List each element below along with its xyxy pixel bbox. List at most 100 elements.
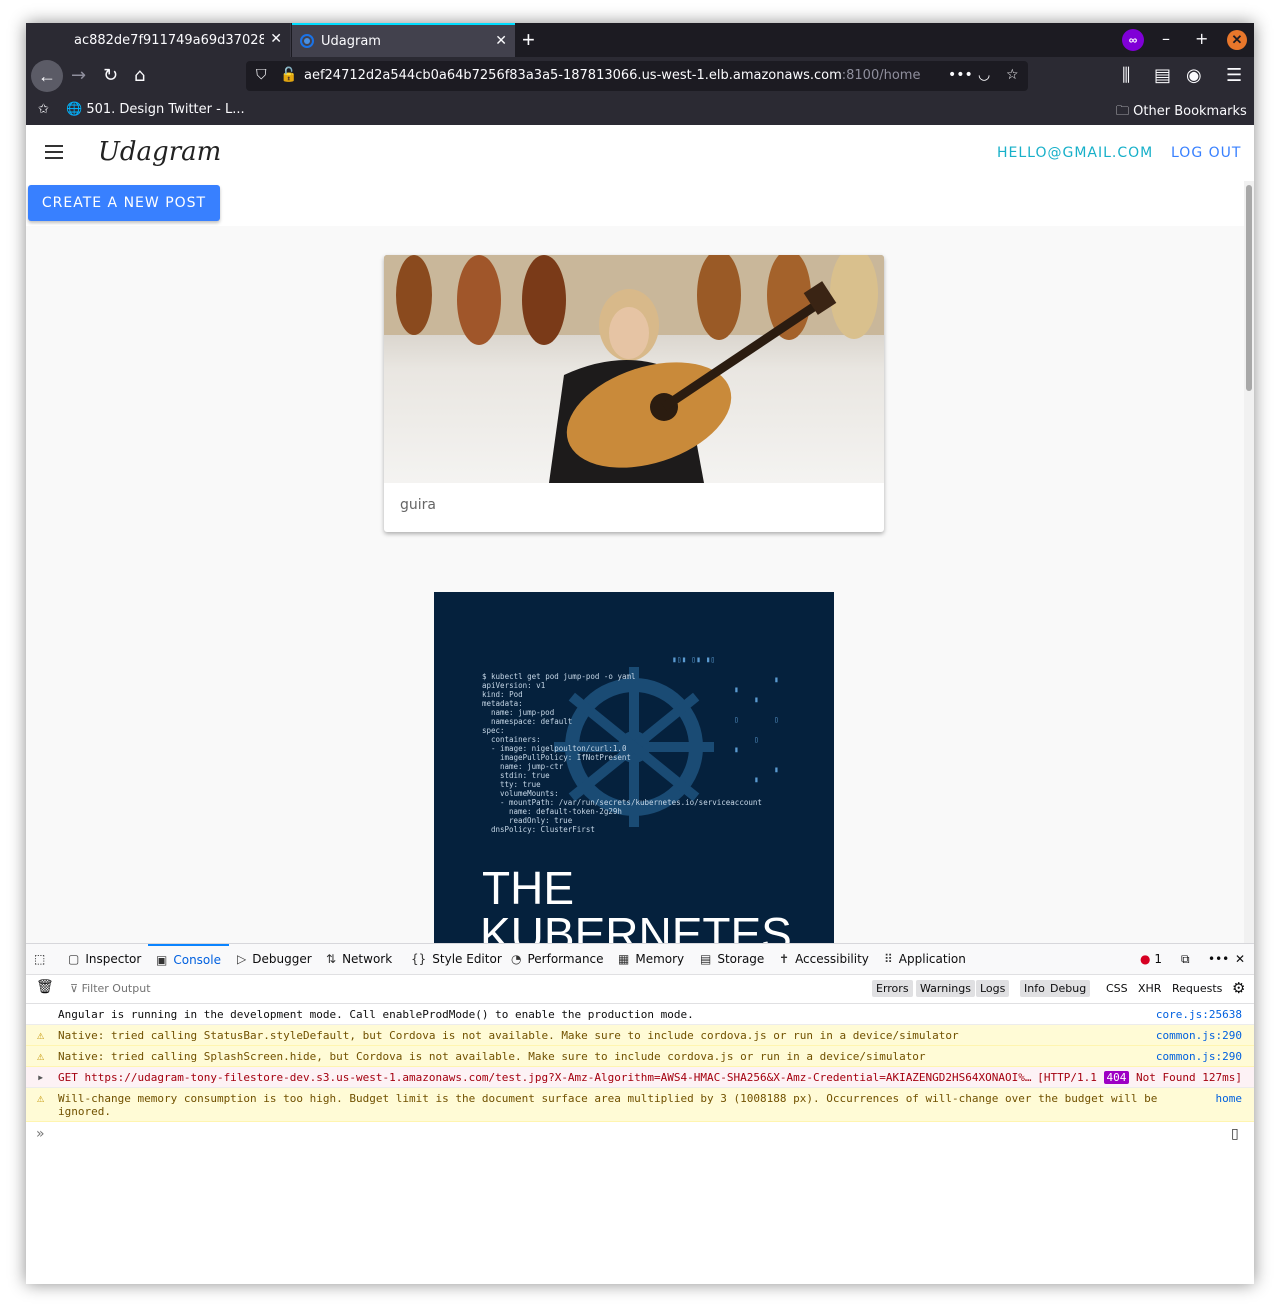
element-picker-icon[interactable]: ⬚ bbox=[34, 944, 45, 974]
tab-inspector[interactable]: ▢ Inspector bbox=[68, 944, 141, 974]
tab-udagram[interactable]: Udagram ✕ bbox=[292, 23, 515, 57]
split-console-icon[interactable]: ▯ bbox=[1231, 1126, 1239, 1142]
menu-icon[interactable] bbox=[45, 145, 63, 163]
message-text: Angular is running in the development mo… bbox=[58, 1008, 694, 1021]
account-icon[interactable]: ◉ bbox=[1186, 65, 1202, 86]
tab-console[interactable]: ▣ Console bbox=[148, 944, 229, 976]
tab-memory[interactable]: ▦ Memory bbox=[618, 944, 684, 974]
poster-code-line: namespace: default bbox=[491, 717, 572, 726]
close-icon[interactable]: ✕ bbox=[495, 33, 507, 49]
status-badge: 404 bbox=[1103, 1071, 1130, 1084]
svg-text:▮: ▮ bbox=[754, 775, 759, 784]
minimize-icon[interactable]: – bbox=[1162, 29, 1170, 48]
settings-gear-icon[interactable]: ⚙ bbox=[1232, 979, 1245, 997]
expand-arrow-icon[interactable]: ▸ bbox=[37, 1070, 44, 1084]
poster-code-line: name: default-token-2g29h bbox=[509, 807, 622, 816]
close-icon[interactable]: ✕ bbox=[270, 31, 282, 47]
bookmarks-star-icon[interactable]: ✩ bbox=[38, 102, 49, 117]
app-header: Udagram HELLO@GMAIL.COM LOG OUT bbox=[26, 125, 1254, 181]
console-error[interactable]: ▸ GET https://udagram-tony-filestore-dev… bbox=[26, 1067, 1254, 1088]
other-bookmarks-label: Other Bookmarks bbox=[1133, 104, 1247, 119]
message-source-link[interactable]: common.js:290 bbox=[1156, 1050, 1242, 1063]
poster-code-line: containers: bbox=[491, 735, 541, 744]
poster-code-line: readOnly: true bbox=[509, 816, 573, 825]
close-devtools-icon[interactable]: ✕ bbox=[1235, 944, 1245, 974]
back-arrow-icon[interactable]: ← bbox=[31, 60, 63, 92]
logout-button[interactable]: LOG OUT bbox=[1171, 145, 1241, 161]
filter-css[interactable]: CSS bbox=[1106, 982, 1128, 995]
message-text: Native: tried calling SplashScreen.hide,… bbox=[58, 1050, 926, 1063]
poster-code-line: spec: bbox=[482, 726, 505, 735]
tab-style-editor[interactable]: {} Style Editor bbox=[411, 944, 502, 974]
error-count: 1 bbox=[1154, 952, 1162, 966]
tab-strip: ac882de7f911749a69d370284d49 ✕ Udagram ✕… bbox=[26, 23, 1254, 57]
console-message: Angular is running in the development mo… bbox=[26, 1004, 1254, 1025]
page-scrollbar[interactable] bbox=[1244, 181, 1254, 943]
sidebar-icon[interactable]: ▤ bbox=[1154, 65, 1171, 86]
forward-arrow-icon[interactable]: → bbox=[71, 65, 86, 86]
console-icon: ▣ bbox=[156, 953, 168, 967]
message-source-link[interactable]: home bbox=[1216, 1092, 1243, 1105]
filter-logs[interactable]: Logs bbox=[976, 980, 1010, 997]
new-tab-plus-icon[interactable]: + bbox=[522, 27, 535, 53]
filter-requests[interactable]: Requests bbox=[1172, 982, 1222, 995]
svg-text:▮: ▮ bbox=[734, 745, 739, 754]
filter-input[interactable]: ⊽ Filter Output bbox=[70, 982, 151, 995]
tab-label: Network bbox=[342, 952, 393, 966]
maximize-icon[interactable]: + bbox=[1195, 29, 1208, 48]
svg-text:▮: ▮ bbox=[734, 685, 739, 694]
poster-code-line: - image: nigelpoulton/curl:1.0 bbox=[491, 744, 627, 753]
tab-label: Inspector bbox=[85, 952, 142, 966]
create-post-button[interactable]: CREATE A NEW POST bbox=[28, 185, 220, 221]
hamburger-menu-icon[interactable]: ☰ bbox=[1226, 65, 1242, 86]
trash-icon[interactable]: 🗑 bbox=[36, 979, 54, 995]
console-warning: ⚠ Native: tried calling StatusBar.styleD… bbox=[26, 1025, 1254, 1046]
message-source-link[interactable]: core.js:25638 bbox=[1156, 1008, 1242, 1021]
console-warning: ⚠ Native: tried calling SplashScreen.hid… bbox=[26, 1046, 1254, 1067]
tab-label: Performance bbox=[527, 952, 604, 966]
braces-icon: {} bbox=[411, 952, 427, 966]
more-options-icon[interactable]: ••• bbox=[1208, 944, 1229, 974]
scrollbar-thumb[interactable] bbox=[1246, 185, 1252, 391]
tab-network[interactable]: ⇅ Network bbox=[326, 944, 392, 974]
filter-info[interactable]: Info bbox=[1020, 980, 1049, 997]
debugger-icon: ▷ bbox=[237, 952, 247, 966]
tab-debugger[interactable]: ▷ Debugger bbox=[237, 944, 312, 974]
user-email-link[interactable]: HELLO@GMAIL.COM bbox=[997, 145, 1153, 161]
filter-xhr[interactable]: XHR bbox=[1138, 982, 1161, 995]
message-text: GET https://udagram-tony-filestore-dev.s… bbox=[58, 1071, 1032, 1084]
bookmark-star-icon[interactable]: ☆ bbox=[1006, 67, 1019, 83]
url-text[interactable]: aef24712d2a544cb0a64b7256f83a3a5-1878130… bbox=[304, 68, 920, 83]
other-bookmarks[interactable]: 🗀 Other Bookmarks bbox=[1116, 102, 1247, 124]
shield-icon[interactable]: ⛉ bbox=[256, 67, 267, 83]
error-count-badge[interactable]: ● 1 bbox=[1140, 944, 1162, 974]
tab-performance[interactable]: ◔ Performance bbox=[511, 944, 604, 974]
tab-label: Debugger bbox=[252, 952, 312, 966]
reload-icon[interactable]: ↻ bbox=[103, 65, 118, 86]
bookmark-item[interactable]: 🌐 501. Design Twitter - L... bbox=[66, 102, 245, 117]
insecure-lock-icon[interactable]: 🔓 bbox=[280, 67, 297, 83]
url-host: aef24712d2a544cb0a64b7256f83a3a5-1878130… bbox=[304, 68, 842, 83]
page-actions-icon[interactable]: ••• bbox=[948, 67, 973, 83]
home-icon[interactable]: ⌂ bbox=[134, 65, 145, 86]
tab-application[interactable]: ⠿ Application bbox=[884, 944, 966, 974]
library-icon[interactable]: ⫼ bbox=[1122, 65, 1130, 86]
warning-icon: ⚠ bbox=[37, 1091, 45, 1105]
devtools-panel: ⬚ ▢ Inspector ▣ Console ▷ Debugger ⇅ Network… bbox=[26, 943, 1254, 1284]
tab-list-icon[interactable] bbox=[26, 23, 66, 57]
navigation-toolbar: ← → ↻ ⌂ ⛉ 🔓 aef24712d2a544cb0a64b7256f83… bbox=[26, 57, 1254, 95]
tab-first[interactable]: ac882de7f911749a69d370284d49 ✕ bbox=[66, 23, 291, 57]
url-bar[interactable]: ⛉ 🔓 aef24712d2a544cb0a64b7256f83a3a5-187… bbox=[246, 61, 1028, 91]
filter-errors[interactable]: Errors bbox=[872, 980, 913, 997]
svg-text:▯: ▯ bbox=[774, 715, 779, 724]
filter-debug[interactable]: Debug bbox=[1046, 980, 1091, 997]
responsive-design-icon[interactable]: ⧉ bbox=[1181, 944, 1190, 974]
console-input-prompt-icon[interactable]: » bbox=[36, 1126, 45, 1142]
status-tail: Not Found 127ms] bbox=[1136, 1071, 1242, 1084]
pocket-icon[interactable]: ◡ bbox=[978, 67, 990, 83]
window-close-icon[interactable]: ✕ bbox=[1227, 30, 1247, 50]
tab-accessibility[interactable]: ✝ Accessibility bbox=[779, 944, 869, 974]
filter-warnings[interactable]: Warnings bbox=[916, 980, 975, 997]
tab-storage[interactable]: ▤ Storage bbox=[700, 944, 764, 974]
message-source-link[interactable]: common.js:290 bbox=[1156, 1029, 1242, 1042]
